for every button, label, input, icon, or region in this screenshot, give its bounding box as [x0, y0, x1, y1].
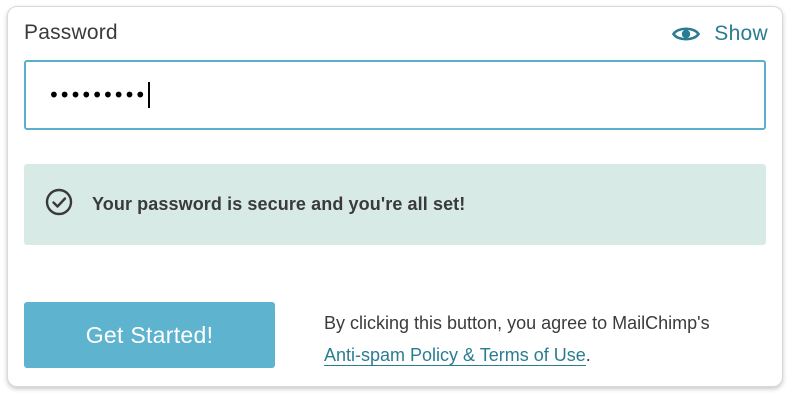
- password-label: Password: [24, 21, 118, 44]
- terms-trailing-period: .: [585, 345, 591, 365]
- terms-agreement-text: By clicking this button, you agree to Ma…: [324, 313, 710, 333]
- terms-agreement: By clicking this button, you agree to Ma…: [324, 307, 764, 371]
- password-input[interactable]: •••••••••: [24, 60, 766, 130]
- check-circle-icon: [24, 187, 74, 222]
- signup-password-card: Password Show ••••••••• Your password is…: [7, 6, 783, 387]
- password-label-row: Password Show: [24, 19, 768, 49]
- status-text: Your password is secure and you're all s…: [92, 194, 466, 214]
- get-started-button[interactable]: Get Started!: [24, 302, 275, 368]
- show-password-label: Show: [714, 22, 768, 45]
- password-masked-value: •••••••••: [48, 83, 146, 107]
- show-password-toggle[interactable]: Show: [672, 19, 768, 49]
- text-caret: [148, 82, 151, 108]
- eye-icon: [672, 25, 701, 43]
- password-status-message: Your password is secure and you're all s…: [24, 164, 766, 245]
- anti-spam-terms-link[interactable]: Anti-spam Policy & Terms of Use: [324, 345, 586, 366]
